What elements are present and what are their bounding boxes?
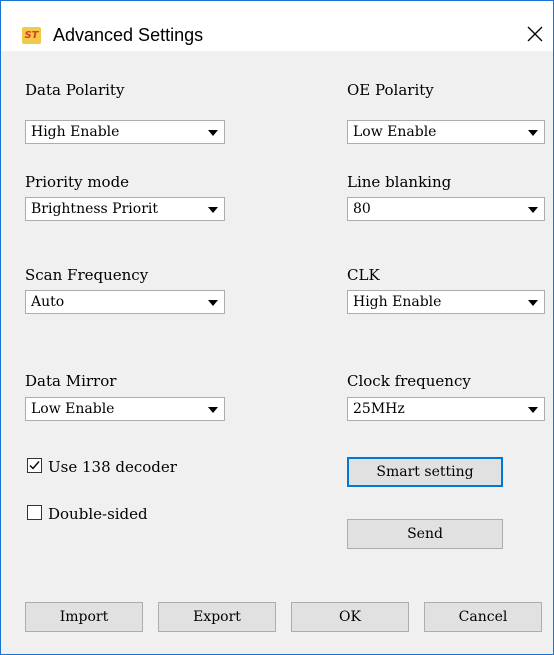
data-mirror-select[interactable]: Low Enable [25,397,225,421]
chevron-down-icon [528,207,538,213]
data-polarity-label: Data Polarity [25,81,125,99]
oe-polarity-value: Low Enable [353,124,437,140]
cancel-button[interactable]: Cancel [424,602,542,632]
scan-frequency-value: Auto [31,294,65,310]
priority-mode-label: Priority mode [25,173,130,191]
clk-label: CLK [347,266,380,284]
oe-polarity-select[interactable]: Low Enable [347,120,545,144]
line-blanking-select[interactable]: 80 [347,197,545,221]
clk-select[interactable]: High Enable [347,290,545,314]
data-polarity-value: High Enable [31,124,120,140]
priority-mode-select[interactable]: Brightness Priorit [25,197,225,221]
clock-frequency-select[interactable]: 25MHz [347,397,545,421]
scan-frequency-label: Scan Frequency [25,266,149,284]
data-polarity-select[interactable]: High Enable [25,120,225,144]
checkmark-icon [29,461,40,470]
clock-frequency-label: Clock frequency [347,372,471,390]
use-138-decoder-label: Use 138 decoder [48,458,177,476]
export-button[interactable]: Export [158,602,276,632]
clock-frequency-value: 25MHz [353,401,405,417]
clk-value: High Enable [353,294,442,310]
close-button[interactable] [521,21,551,49]
chevron-down-icon [208,407,218,413]
window-title: Advanced Settings [53,25,204,45]
oe-polarity-label: OE Polarity [347,81,434,99]
title-bar: ST Advanced Settings [1,1,553,51]
chevron-down-icon [208,130,218,136]
priority-mode-value: Brightness Priorit [31,201,158,217]
line-blanking-value: 80 [353,201,371,217]
chevron-down-icon [528,300,538,306]
data-mirror-label: Data Mirror [25,372,117,390]
scan-frequency-select[interactable]: Auto [25,290,225,314]
send-button[interactable]: Send [347,519,503,549]
chevron-down-icon [208,300,218,306]
line-blanking-label: Line blanking [347,173,452,191]
double-sided-label: Double-sided [48,505,148,523]
smart-setting-button[interactable]: Smart setting [347,457,503,487]
app-logo-icon: ST [22,27,41,44]
chevron-down-icon [528,407,538,413]
import-button[interactable]: Import [25,602,143,632]
advanced-settings-dialog: ST Advanced Settings Data Polarity High … [0,0,554,655]
close-icon [527,26,543,42]
ok-button[interactable]: OK [291,602,409,632]
chevron-down-icon [528,130,538,136]
use-138-decoder-checkbox[interactable] [27,458,42,473]
double-sided-checkbox[interactable] [27,505,42,520]
chevron-down-icon [208,207,218,213]
data-mirror-value: Low Enable [31,401,115,417]
